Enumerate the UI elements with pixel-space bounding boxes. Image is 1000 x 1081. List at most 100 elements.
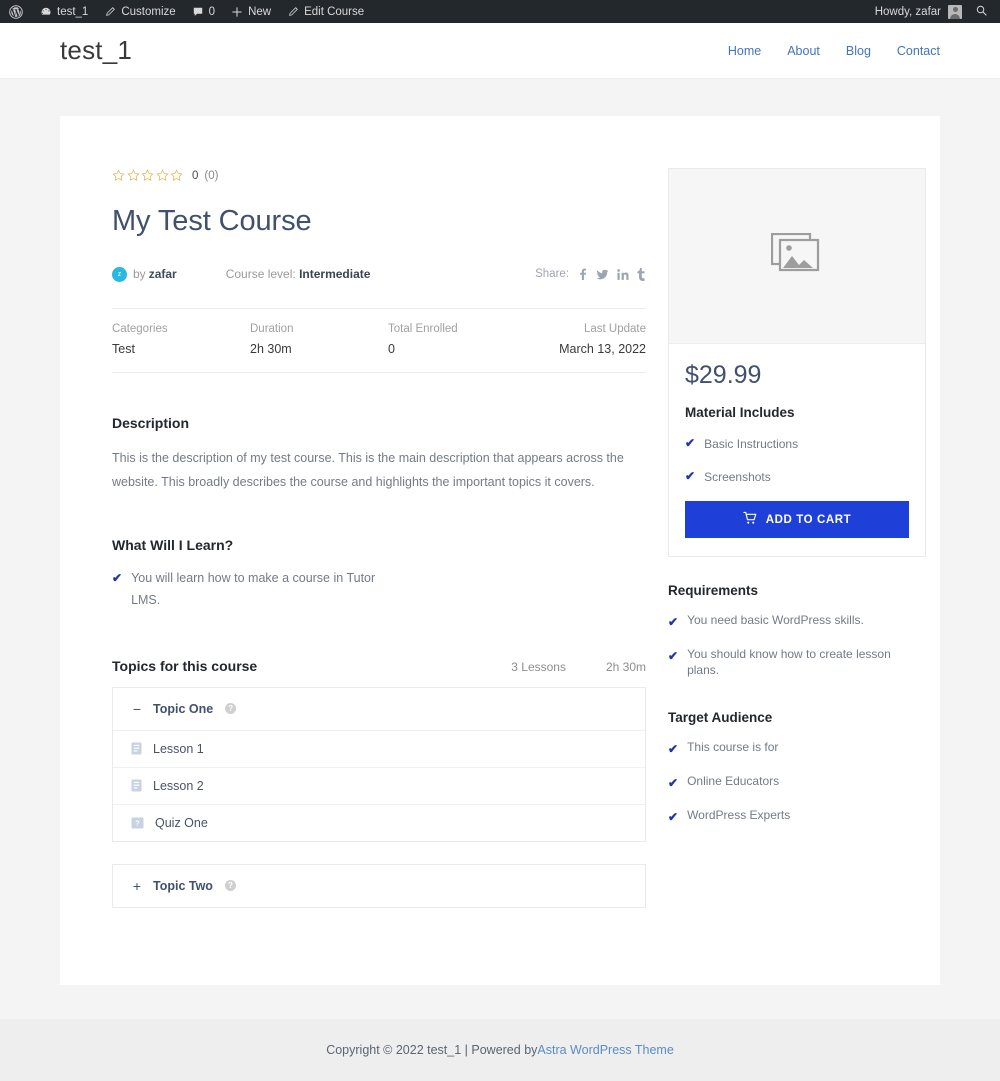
adminbar-site-name-label: test_1 [57,5,89,18]
adminbar-howdy-label[interactable]: Howdy, zafar [875,6,941,18]
topic-accordion-one: − Topic One ? Lesson 1 Lesson 2 ? Quiz O… [112,686,646,842]
rating-stars[interactable] [112,168,183,184]
lesson-document-icon [131,779,142,792]
meta-label: Total Enrolled [388,323,458,335]
meta-duration: Duration 2h 30m [250,323,388,356]
star-icon [170,168,183,184]
lesson-title: Lesson 1 [153,741,204,756]
course-rating: 0 (0) [112,168,646,184]
tumblr-icon[interactable] [637,267,646,281]
adminbar-site-name[interactable]: test_1 [32,0,96,23]
shopping-cart-icon [742,511,757,528]
nav-item-about[interactable]: About [787,44,820,58]
course-byline: z by zafar Course level: Intermediate Sh… [112,264,646,284]
facebook-icon[interactable] [577,268,588,281]
material-item-text: Screenshots [704,469,771,484]
course-sidebar: $29.99 Material Includes ✔ Basic Instruc… [668,168,926,925]
meta-label: Last Update [583,323,646,335]
description-text: This is the description of my test cours… [112,451,624,490]
avatar[interactable] [948,4,962,19]
check-icon: ✔ [668,615,679,629]
material-item-text: Basic Instructions [704,436,799,451]
list-item[interactable]: ? Quiz One [113,803,645,841]
list-item: ✔ You need basic WordPress skills. [668,612,926,633]
meta-total-enrolled: Total Enrolled 0 [388,323,526,356]
audience-text: WordPress Experts [687,808,791,823]
list-item: ✔ You will learn how to make a course in… [112,568,646,612]
star-icon [155,168,169,184]
add-to-cart-button[interactable]: ADD TO CART [685,501,909,538]
requirements-heading: Requirements [668,583,759,598]
course-purchase-card: $29.99 Material Includes ✔ Basic Instruc… [668,168,926,557]
meta-label: Duration [250,323,294,335]
description-heading: Description [112,415,190,431]
topics-summary: 3 Lessons 2h 30m [511,660,646,674]
list-item: ✔ You should know how to create lesson p… [668,646,926,678]
check-icon: ✔ [668,649,679,663]
rating-count: (0) [204,170,219,182]
twitter-icon[interactable] [596,268,609,281]
adminbar-new[interactable]: New [223,0,279,23]
list-item[interactable]: Lesson 1 [113,729,645,767]
adminbar-customize[interactable]: Customize [96,0,183,23]
what-will-i-learn-heading: What Will I Learn? [112,536,234,553]
check-icon: ✔ [685,436,696,450]
list-item: ✔ This course is for [668,739,926,760]
topic-title: Topic Two [153,878,213,893]
requirement-text: You need basic WordPress skills. [687,613,864,627]
list-item[interactable]: Lesson 2 [113,766,645,804]
what-will-i-learn-list: ✔ You will learn how to make a course in… [112,568,646,612]
minus-icon[interactable]: − [131,701,143,717]
course-price: $29.99 [685,361,762,389]
meta-value[interactable]: Test [112,342,250,356]
adminbar-comments-count: 0 [208,5,216,18]
quiz-icon: ? [131,816,144,829]
course-main-column: 0 (0) My Test Course z by zafar Course l… [112,168,646,925]
share-group: Share: [535,267,646,281]
wordpress-logo-icon [9,4,23,19]
lesson-title: Lesson 2 [153,778,204,793]
search-icon[interactable] [969,4,988,20]
nav-item-contact[interactable]: Contact [897,44,940,58]
site-footer: Copyright © 2022 test_1 | Powered by Ast… [0,1019,1000,1081]
wp-admin-bar: test_1 Customize 0 New Edit Course Howdy… [0,0,1000,23]
admin-bar-left-group: test_1 Customize 0 New Edit Course [0,0,875,23]
nav-item-home[interactable]: Home [728,44,761,58]
page-canvas: 0 (0) My Test Course z by zafar Course l… [0,79,1000,1019]
svg-text:?: ? [135,818,140,827]
purchase-card-body: $29.99 Material Includes ✔ Basic Instruc… [669,344,925,556]
lesson-title: Quiz One [155,815,208,830]
star-icon [141,168,154,184]
adminbar-edit-course-label: Edit Course [304,5,365,18]
audience-text: This course is for [687,740,779,755]
course-level-value: Intermediate [299,267,371,281]
course-meta-row: Categories Test Duration 2h 30m Total En… [112,308,646,373]
share-label: Share: [535,268,569,280]
pencil-icon [104,6,116,18]
adminbar-edit-course[interactable]: Edit Course [279,0,372,23]
linkedin-icon[interactable] [617,268,629,281]
theme-credit-link[interactable]: Astra WordPress Theme [537,1043,673,1057]
nav-item-blog[interactable]: Blog [846,44,871,58]
meta-value: 2h 30m [250,342,292,356]
adminbar-wordpress-logo[interactable] [0,0,32,23]
check-icon: ✔ [112,570,123,585]
topic-title: Topic One [153,701,214,716]
topic-accordion-two: + Topic Two ? [112,863,646,908]
meta-value: 0 [388,342,395,356]
question-mark-icon[interactable]: ? [225,703,237,714]
meta-categories: Categories Test [112,323,250,356]
author-name[interactable]: zafar [149,267,177,281]
adminbar-comments[interactable]: 0 [184,0,223,23]
site-title[interactable]: test_1 [60,35,132,66]
copyright-text: Copyright © 2022 test_1 | Powered by [326,1043,538,1057]
primary-navigation: Home About Blog Contact [728,44,940,58]
question-mark-icon[interactable]: ? [224,880,236,891]
author-avatar[interactable]: z [112,266,127,282]
topic-header[interactable]: + Topic Two ? [113,865,645,907]
star-icon [126,168,140,184]
topic-header[interactable]: − Topic One ? [113,688,645,730]
target-audience-heading: Target Audience [668,710,773,726]
plus-icon[interactable]: + [131,878,143,894]
topics-total-duration: 2h 30m [605,659,646,674]
